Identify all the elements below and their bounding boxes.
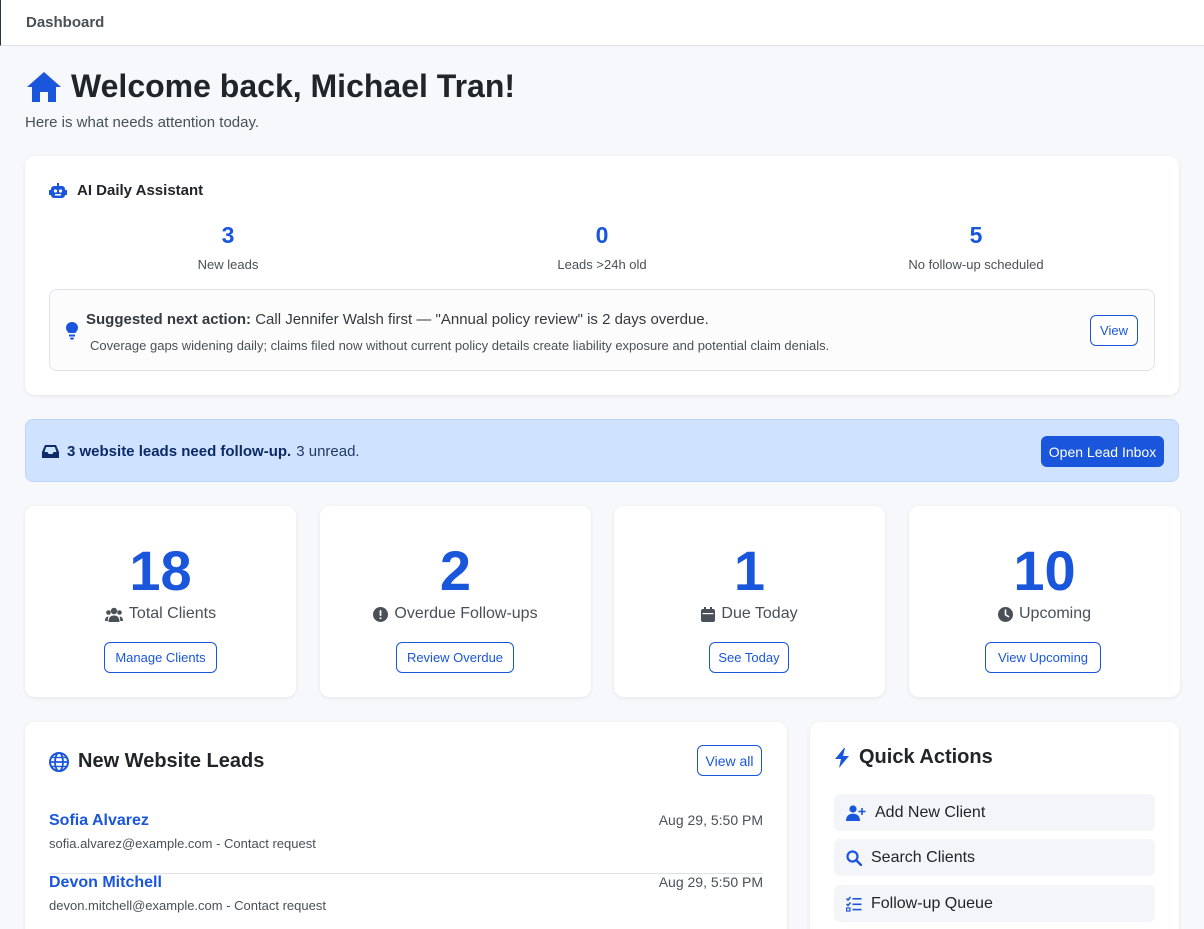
stat-label: No follow-up scheduled: [908, 257, 1044, 272]
suggested-action-prefix: Suggested next action:: [86, 311, 252, 328]
metric-label-text: Overdue Follow-ups: [394, 605, 538, 622]
alert-message: 3 website leads need follow-up. 3 unread…: [42, 443, 360, 460]
stat-label: New leads: [197, 257, 259, 272]
suggested-action-body: Call Jennifer Walsh first — "Annual poli…: [255, 311, 709, 328]
lead-name-link[interactable]: Devon Mitchell: [49, 874, 162, 892]
ai-assistant-title: AI Daily Assistant: [77, 182, 204, 199]
home-icon: [27, 71, 61, 102]
lead-name-link[interactable]: Sofia Alvarez: [49, 812, 149, 830]
metric-label: Total Clients: [25, 605, 296, 623]
suggested-action-text: Suggested next action: Call Jennifer Wal…: [86, 311, 709, 328]
inbox-icon: [42, 445, 59, 458]
stat-value: 0: [595, 222, 609, 248]
view-upcoming-button[interactable]: View Upcoming: [985, 642, 1101, 673]
lead-info: devon.mitchell@example.com - Contact req…: [49, 898, 326, 913]
metric-upcoming: 10 Upcoming View Upcoming: [909, 506, 1180, 697]
metric-label-text: Due Today: [721, 605, 798, 622]
metric-value: 18: [129, 539, 192, 602]
suggested-action-box: Suggested next action: Call Jennifer Wal…: [49, 289, 1155, 371]
list-check-icon: [846, 896, 862, 912]
user-plus-icon: [846, 804, 866, 821]
globe-icon: [49, 751, 69, 772]
search-icon: [846, 849, 862, 866]
stat-value: 5: [969, 222, 983, 248]
lead-date: Aug 29, 5:50 PM: [658, 812, 763, 828]
metric-overdue-followups: 2 Overdue Follow-ups Review Overdue: [320, 506, 591, 697]
open-lead-inbox-button[interactable]: Open Lead Inbox: [1041, 436, 1164, 467]
lead-row[interactable]: Devon Mitchell Aug 29, 5:50 PM devon.mit…: [49, 874, 763, 929]
search-clients-action[interactable]: Search Clients: [834, 839, 1155, 876]
stat-value: 3: [221, 222, 235, 248]
exclamation-circle-icon: [373, 606, 389, 622]
users-icon: [104, 607, 123, 622]
lightbulb-icon: [66, 322, 78, 340]
greeting: Welcome back, Michael Tran!: [25, 68, 515, 105]
action-label: Search Clients: [871, 848, 976, 866]
see-today-button[interactable]: See Today: [709, 642, 789, 673]
calendar-icon: [701, 606, 716, 622]
followup-queue-action[interactable]: Follow-up Queue: [834, 885, 1155, 922]
suggested-action-detail: Coverage gaps widening daily; claims fil…: [90, 338, 830, 353]
metric-label: Overdue Follow-ups: [320, 605, 591, 623]
ai-assistant-header: AI Daily Assistant: [49, 182, 203, 199]
stat-label: Leads >24h old: [557, 257, 647, 272]
alert-unread-text: 3 unread.: [296, 443, 360, 460]
metric-label: Upcoming: [909, 605, 1180, 623]
add-new-client-action[interactable]: Add New Client: [834, 794, 1155, 831]
website-leads-header: New Website Leads: [49, 750, 264, 773]
metric-value: 10: [1013, 539, 1076, 602]
action-label: Follow-up Queue: [871, 894, 993, 912]
lead-date: Aug 29, 5:50 PM: [658, 874, 763, 890]
action-label: Add New Client: [875, 803, 986, 821]
metric-due-today: 1 Due Today See Today: [614, 506, 885, 697]
page-title: Dashboard: [26, 14, 105, 31]
stat-old-leads: 0 Leads >24h old: [452, 222, 752, 272]
metric-label-text: Total Clients: [128, 605, 217, 622]
alert-bold-text: 3 website leads need follow-up.: [67, 443, 292, 460]
quick-actions-header: Quick Actions: [834, 746, 993, 769]
manage-clients-button[interactable]: Manage Clients: [104, 642, 217, 673]
quick-actions-card: Quick Actions Add New Client Search Clie…: [810, 722, 1179, 929]
lead-info: sofia.alvarez@example.com - Contact requ…: [49, 836, 316, 851]
ai-assistant-card: AI Daily Assistant 3 New leads 0 Leads >…: [25, 156, 1179, 395]
view-suggestion-button[interactable]: View: [1090, 315, 1138, 346]
metric-total-clients: 18 Total Clients Manage Clients: [25, 506, 296, 697]
stat-new-leads: 3 New leads: [78, 222, 378, 272]
clock-icon: [997, 606, 1013, 622]
top-bar: Dashboard: [0, 0, 1204, 46]
stat-no-followup: 5 No follow-up scheduled: [826, 222, 1126, 272]
metric-label: Due Today: [614, 605, 885, 623]
welcome-subtitle: Here is what needs attention today.: [25, 114, 260, 131]
bolt-icon: [835, 747, 849, 768]
leads-alert-banner: 3 website leads need follow-up. 3 unread…: [25, 419, 1179, 482]
welcome-heading: Welcome back, Michael Tran!: [71, 68, 516, 104]
lead-row[interactable]: Sofia Alvarez Aug 29, 5:50 PM sofia.alva…: [49, 812, 763, 874]
view-all-leads-button[interactable]: View all: [697, 745, 762, 776]
review-overdue-button[interactable]: Review Overdue: [396, 642, 514, 673]
website-leads-title: New Website Leads: [78, 750, 265, 772]
quick-actions-title: Quick Actions: [859, 746, 993, 768]
metric-value: 2: [439, 539, 472, 602]
robot-icon: [49, 182, 67, 198]
metric-label-text: Upcoming: [1018, 605, 1092, 622]
website-leads-card: New Website Leads View all Sofia Alvarez…: [25, 722, 787, 929]
metric-value: 1: [733, 539, 766, 602]
